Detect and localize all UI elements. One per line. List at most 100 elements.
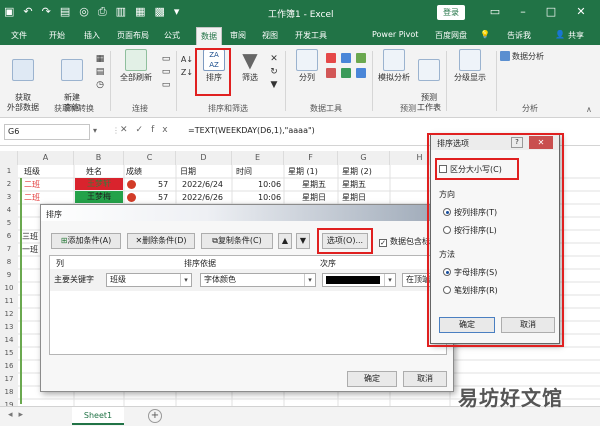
tab-insert[interactable]: 插入 — [84, 30, 100, 41]
column-header[interactable]: F — [284, 151, 338, 165]
from-table-icon[interactable]: ▤ — [93, 66, 107, 79]
login-button[interactable]: 登录 — [437, 5, 465, 20]
row-header[interactable]: 15 — [0, 347, 18, 360]
cell-weekday1[interactable]: 星期日 — [302, 192, 326, 204]
row-header[interactable]: 4 — [0, 204, 18, 217]
cell-time[interactable]: 10:06 — [258, 179, 281, 191]
row-header[interactable]: 5 — [0, 217, 18, 230]
clear-filter-icon[interactable]: ✕ — [266, 53, 282, 66]
cell-header-class[interactable]: 班级 — [24, 166, 40, 178]
paste-icon[interactable]: ▤ — [60, 5, 70, 19]
reapply-icon[interactable]: ↻ — [266, 66, 282, 79]
properties-icon[interactable]: ▭ — [160, 66, 172, 79]
sorton-select[interactable]: 字体颜色 ▾ — [200, 273, 316, 287]
row-header[interactable]: 17 — [0, 373, 18, 386]
what-if-analysis-button[interactable]: 模拟分析 — [374, 49, 414, 83]
select-all-corner[interactable] — [0, 151, 18, 165]
chart-icon[interactable]: ▥ — [116, 5, 126, 19]
move-down-button[interactable]: ▼ — [296, 233, 310, 249]
tab-developer[interactable]: 开发工具 — [295, 30, 327, 41]
cell-score[interactable]: 57 — [158, 192, 168, 204]
add-level-button[interactable]: ⊞添加条件(A) — [51, 233, 121, 249]
cell-header-time[interactable]: 时间 — [236, 166, 252, 178]
print-preview-icon[interactable]: ⎙ — [98, 5, 107, 19]
copy-level-button[interactable]: ⧉复制条件(C) — [201, 233, 273, 249]
row-header[interactable]: 11 — [0, 295, 18, 308]
consolidate-icon[interactable] — [326, 68, 336, 78]
sort-descending-icon[interactable]: Z↓ — [180, 66, 194, 79]
ribbon-display-options-icon[interactable]: ▭ — [486, 3, 504, 21]
save-icon[interactable]: ▣ — [4, 5, 14, 19]
row-header[interactable]: 1 — [0, 165, 18, 178]
data-analysis-button[interactable]: 数据分析 — [500, 51, 564, 62]
advanced-filter-icon[interactable]: ▼ — [266, 79, 282, 92]
cell-name[interactable]: 王梦梅 — [75, 191, 123, 203]
tab-tell-me[interactable]: 告诉我 — [507, 30, 531, 41]
data-validation-icon[interactable] — [356, 53, 366, 63]
forecast-sheet-button[interactable]: 预测 工作表 — [414, 49, 444, 113]
row-header[interactable]: 2 — [0, 178, 18, 191]
row-header[interactable]: 16 — [0, 360, 18, 373]
tab-data[interactable]: 数据 — [196, 27, 222, 45]
sort-ascending-icon[interactable]: A↓ — [180, 53, 194, 66]
grid-icon[interactable]: ▩ — [154, 5, 164, 19]
row-header[interactable]: 13 — [0, 321, 18, 334]
cell-name[interactable]: 王梦轩 — [75, 178, 123, 190]
column-header[interactable]: G — [338, 151, 390, 165]
tab-view[interactable]: 视图 — [262, 30, 278, 41]
redo-icon[interactable]: ↷ — [42, 5, 51, 19]
cell-header-name[interactable]: 姓名 — [86, 166, 102, 178]
tab-baidu-netdisk[interactable]: 百度网盘 — [435, 30, 467, 41]
tab-home[interactable]: 开始 — [49, 30, 65, 41]
undo-icon[interactable]: ↶ — [23, 5, 32, 19]
sort-cancel-button[interactable]: 取消 — [403, 371, 447, 387]
text-to-columns-button[interactable]: 分列 — [292, 49, 322, 83]
cell-score[interactable]: 57 — [158, 179, 168, 191]
scan-icon[interactable]: ◎ — [79, 5, 89, 19]
name-box[interactable]: G6 — [4, 124, 90, 140]
sheet-next-icon[interactable]: ▸ — [19, 410, 30, 420]
column-header[interactable]: B — [74, 151, 124, 165]
cell-header-date[interactable]: 日期 — [180, 166, 196, 178]
share-icon[interactable]: 👤 — [555, 30, 565, 39]
move-up-button[interactable]: ▲ — [278, 233, 292, 249]
flash-fill-icon[interactable] — [326, 53, 336, 63]
header-checkbox-box[interactable]: ✓ — [379, 239, 387, 247]
tab-page-layout[interactable]: 页面布局 — [117, 30, 149, 41]
column-header[interactable]: E — [232, 151, 284, 165]
manage-data-model-icon[interactable] — [356, 68, 366, 78]
formula-input[interactable]: =TEXT(WEEKDAY(D6,1),"aaaa") — [188, 126, 315, 135]
row-header[interactable]: 12 — [0, 308, 18, 321]
maximize-icon[interactable]: □ — [542, 3, 560, 21]
cancel-icon[interactable]: ✕ — [120, 125, 136, 135]
row-header[interactable]: 7 — [0, 243, 18, 256]
sort-ok-button[interactable]: 确定 — [347, 371, 397, 387]
cell-weekday2[interactable]: 星期五 — [342, 179, 366, 191]
close-icon[interactable]: ✕ — [572, 3, 590, 21]
edit-links-icon[interactable]: ▭ — [160, 79, 172, 92]
recent-sources-icon[interactable]: ◷ — [93, 79, 107, 92]
relationships-icon[interactable] — [341, 68, 351, 78]
enter-icon[interactable]: ✓ — [136, 125, 152, 135]
row-header[interactable]: 6 — [0, 230, 18, 243]
filter-button[interactable]: ▼ 筛选 — [236, 49, 264, 83]
cell-weekday2[interactable]: 星期日 — [342, 192, 366, 204]
outline-button[interactable]: 分级显示 — [450, 49, 490, 83]
cell-header-weekday2[interactable]: 星期 (2) — [342, 166, 372, 178]
collapse-ribbon-icon[interactable]: ∧ — [586, 105, 592, 114]
row-header[interactable]: 8 — [0, 256, 18, 269]
delete-level-button[interactable]: ✕删除条件(D) — [127, 233, 195, 249]
column-header[interactable]: D — [176, 151, 232, 165]
minimize-icon[interactable]: – — [514, 3, 532, 21]
cell-date[interactable]: 2022/6/26 — [182, 192, 223, 204]
table-icon[interactable]: ▦ — [135, 5, 145, 19]
tab-formulas[interactable]: 公式 — [164, 30, 180, 41]
cell-header-weekday1[interactable]: 星期 (1) — [288, 166, 318, 178]
row-header[interactable]: 18 — [0, 386, 18, 399]
column-header[interactable]: C — [124, 151, 176, 165]
row-header[interactable]: 3 — [0, 191, 18, 204]
tab-share[interactable]: 共享 — [568, 30, 584, 41]
name-box-dropdown-icon[interactable]: ▾ — [93, 126, 97, 135]
row-header[interactable]: 14 — [0, 334, 18, 347]
tell-me-icon[interactable]: 💡 — [480, 30, 490, 39]
